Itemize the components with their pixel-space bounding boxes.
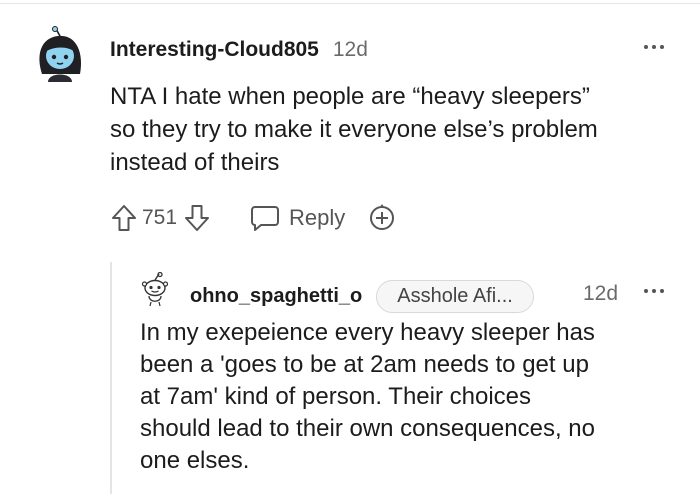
upvote-button[interactable] <box>110 203 138 233</box>
award-button[interactable] <box>367 203 397 233</box>
thread-line[interactable] <box>110 262 112 494</box>
comment-actions: 751 Reply <box>110 200 397 236</box>
more-options-button[interactable] <box>640 42 668 52</box>
more-dot <box>660 289 664 293</box>
reply-more-options-button[interactable] <box>640 286 668 296</box>
reply-body-line: at 7am' kind of person. Their choices <box>140 383 532 410</box>
more-dot <box>660 45 664 49</box>
reply-avatar[interactable] <box>137 271 173 308</box>
more-dot <box>652 45 656 49</box>
downvote-button[interactable] <box>183 203 211 233</box>
reply-label: Reply <box>289 205 346 230</box>
comment-author[interactable]: Interesting-Cloud805 <box>110 38 319 62</box>
top-divider <box>0 3 700 4</box>
more-dot <box>644 289 648 293</box>
award-icon <box>370 204 395 230</box>
avatar[interactable] <box>32 26 88 82</box>
user-flair: Asshole Afi... <box>376 280 534 313</box>
reply-body-line: been a 'goes to be at 2am needs to get u… <box>140 351 589 378</box>
reply-body-line: In my exepeience every heavy sleeper has <box>140 319 595 346</box>
avatar-snoo-icon <box>39 26 82 82</box>
reply-time: 12d <box>583 282 619 305</box>
comment-body-line: so they try to make it everyone else’s p… <box>110 116 598 143</box>
reply-icon <box>251 206 280 231</box>
comment-body-line: instead of theirs <box>110 149 280 176</box>
comment-time: 12d <box>332 38 368 61</box>
more-dot <box>644 45 648 49</box>
more-dot <box>652 289 656 293</box>
reply-button[interactable]: Reply <box>249 203 345 233</box>
comment-body-line: NTA I hate when people are “heavy sleepe… <box>110 83 590 110</box>
snoo-avatar-icon <box>141 271 169 307</box>
downvote-icon <box>185 205 210 231</box>
reply-body: In my exepeience every heavy sleeper has… <box>140 317 685 477</box>
reply-body-line: one elses. <box>140 447 250 474</box>
upvote-icon <box>112 205 136 231</box>
reply-header: ohno_spaghetti_o Asshole Afi... <box>190 280 534 313</box>
comment-header: Interesting-Cloud805 12d <box>110 38 368 62</box>
reply-body-line: should lead to their own consequences, n… <box>140 415 595 442</box>
reply-author[interactable]: ohno_spaghetti_o <box>190 285 362 308</box>
comment-body: NTA I hate when people are “heavy sleepe… <box>110 80 680 179</box>
vote-score: 751 <box>142 206 178 229</box>
